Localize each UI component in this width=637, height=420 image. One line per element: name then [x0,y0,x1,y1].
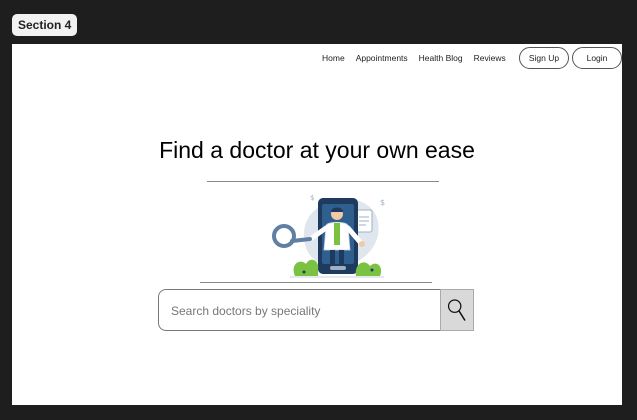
nav-link-health-blog[interactable]: Health Blog [419,53,463,63]
hero-title: Find a doctor at your own ease [159,137,475,163]
search-field[interactable] [158,289,440,332]
nav-link-appointments[interactable]: Appointments [356,53,408,63]
svg-text:$: $ [380,198,385,207]
nav-link-home[interactable]: Home [322,53,345,63]
divider-top [207,181,439,182]
login-button[interactable]: Login [572,47,622,69]
search-input[interactable] [169,290,433,332]
top-nav: Home Appointments Health Blog Reviews [322,53,517,63]
nav-link-reviews[interactable]: Reviews [474,53,506,63]
doctor-illustration: $ $ [272,194,385,278]
page-frame: Home Appointments Health Blog Reviews Si… [12,44,622,405]
sign-up-button[interactable]: Sign Up [519,47,569,69]
section-label: Section 4 [12,14,78,36]
search-icon [447,299,466,321]
divider-bottom [200,282,432,283]
search-button[interactable] [440,289,474,331]
svg-text:$: $ [310,194,314,202]
